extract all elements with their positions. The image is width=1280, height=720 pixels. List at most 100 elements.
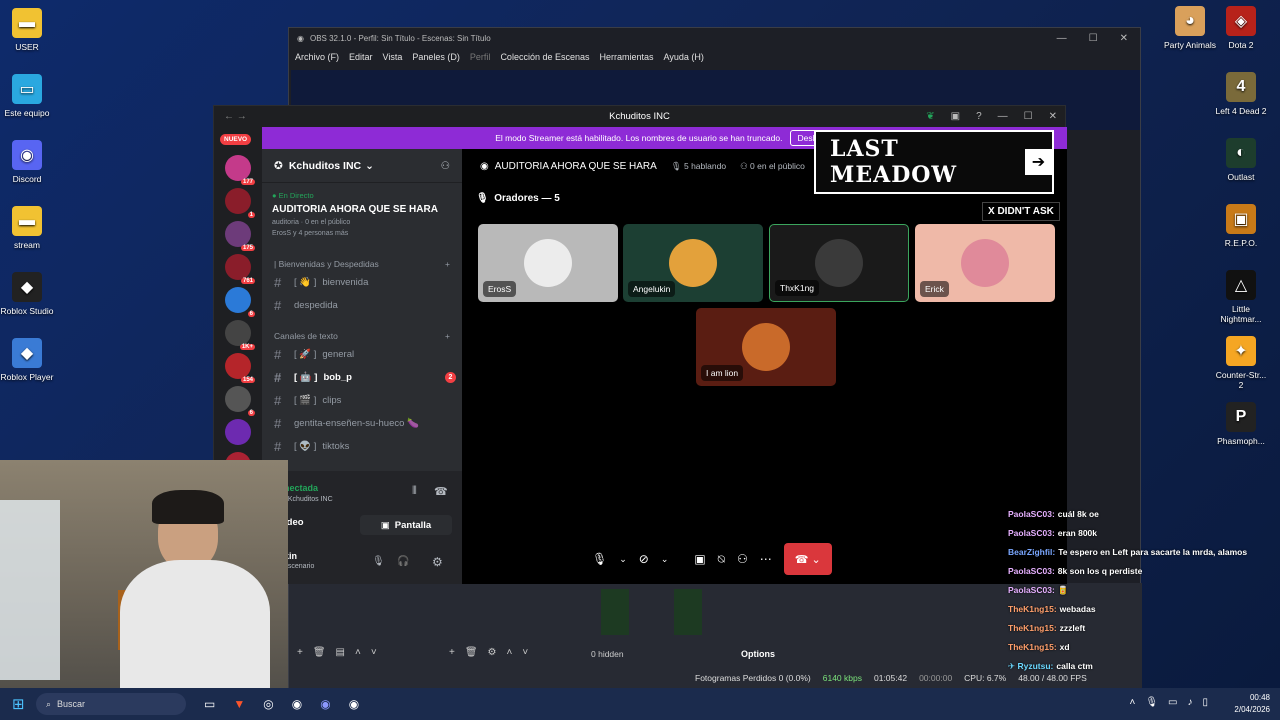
- server-icon[interactable]: [225, 419, 251, 445]
- channel-item[interactable]: # despedida: [262, 294, 462, 317]
- add-source-icon[interactable]: +: [449, 647, 455, 658]
- down-icon[interactable]: ˅: [522, 647, 528, 658]
- inbox-icon[interactable]: ▣: [951, 111, 960, 122]
- server-icon[interactable]: 1: [225, 188, 255, 218]
- minimize-icon[interactable]: —: [998, 111, 1008, 122]
- chrome-icon[interactable]: ◎: [263, 697, 273, 711]
- speaker-tile[interactable]: ThxK1ng: [769, 224, 909, 302]
- noise-icon[interactable]: ⦀: [412, 485, 417, 498]
- task-view-icon[interactable]: ▭: [204, 697, 215, 711]
- live-stage-card[interactable]: ● En Directo AUDITORIA AHORA QUE SE HARA…: [262, 183, 462, 245]
- channel-item[interactable]: # [ 🚀 ] general: [262, 343, 462, 366]
- settings-icon[interactable]: ⚙: [432, 555, 443, 569]
- leave-stage-button[interactable]: ☎ ⌄: [783, 543, 832, 575]
- up-icon[interactable]: ˄: [355, 647, 361, 658]
- desktop-icon[interactable]: △ Little Nightmar...: [1214, 270, 1268, 324]
- speaker-off-icon[interactable]: ⍉: [718, 552, 725, 567]
- taskbar-search[interactable]: ⌕ Buscar: [36, 693, 186, 715]
- desktop-icon[interactable]: ◆ Roblox Studio: [0, 272, 54, 316]
- chevron-up-icon[interactable]: ˄: [1129, 697, 1135, 708]
- channel-item[interactable]: # gentita-enseñen-su-hueco 🍆: [262, 412, 462, 435]
- server-icon[interactable]: 1K+: [225, 320, 255, 350]
- battery-icon[interactable]: ▯: [1202, 697, 1208, 708]
- obs-menu-item[interactable]: Ayuda (H): [664, 52, 704, 62]
- camera-off-icon[interactable]: ⊘: [639, 552, 649, 566]
- desktop-icon[interactable]: ▬ stream: [0, 206, 54, 250]
- minimize-icon[interactable]: —: [1057, 33, 1067, 44]
- windows-start-icon[interactable]: ⊞: [12, 695, 25, 713]
- desktop-icon[interactable]: ◆ Roblox Player: [0, 338, 54, 382]
- leaf-icon[interactable]: ❦: [926, 111, 934, 122]
- server-icon[interactable]: 761: [225, 254, 255, 284]
- more-icon[interactable]: ⋯: [760, 552, 772, 566]
- mic-icon[interactable]: 🎙: [592, 552, 607, 566]
- desktop-icon[interactable]: ▣ R.E.P.O.: [1214, 204, 1268, 248]
- back-forward-icon[interactable]: ← →: [224, 111, 247, 122]
- desktop-icon[interactable]: ✦ Counter-Str... 2: [1214, 336, 1268, 390]
- brave-icon[interactable]: ▼: [233, 697, 245, 711]
- delete-scene-icon[interactable]: 🗑: [313, 647, 326, 658]
- volume-icon[interactable]: ♪: [1187, 697, 1192, 708]
- arrow-right-icon[interactable]: ➔: [1024, 149, 1052, 175]
- maximize-icon[interactable]: ☐: [1089, 33, 1098, 44]
- share-screen-icon[interactable]: ▣: [694, 552, 705, 566]
- options-button[interactable]: Options: [741, 649, 775, 659]
- invite-icon[interactable]: ⚇: [737, 552, 748, 566]
- speaker-tile[interactable]: I am lion: [696, 308, 836, 386]
- steam-icon[interactable]: ◉: [292, 697, 302, 711]
- server-icon[interactable]: 6: [225, 287, 255, 317]
- category-welcome[interactable]: | Bienvenidas y Despedidas +: [262, 253, 462, 271]
- chevron-down-icon[interactable]: ⌄: [619, 554, 627, 565]
- clock[interactable]: 00:48 2/04/2026: [1234, 692, 1270, 716]
- desktop-icon[interactable]: P Phasmoph...: [1214, 402, 1268, 446]
- desktop-icon[interactable]: ▬ USER: [0, 8, 54, 52]
- up-icon[interactable]: ˄: [507, 647, 513, 658]
- channel-item[interactable]: # [ 🎬 ] clips: [262, 389, 462, 412]
- add-user-icon[interactable]: ⚇: [441, 160, 450, 172]
- channel-item[interactable]: # [ 🤖 ] bob_p 2: [262, 366, 462, 389]
- server-icon[interactable]: 6: [225, 386, 255, 416]
- discord-icon[interactable]: ◉: [320, 697, 330, 711]
- headphones-icon[interactable]: 🎧: [397, 556, 409, 567]
- server-icon[interactable]: 177: [225, 155, 255, 185]
- steam-icon[interactable]: ◉: [349, 697, 359, 711]
- ad-close-button[interactable]: X DIDN'T ASK: [982, 202, 1060, 221]
- mic-icon[interactable]: 🎙: [372, 556, 385, 567]
- desktop-icon[interactable]: ◕ Party Animals: [1163, 6, 1217, 50]
- speaker-tile[interactable]: Angelukin: [623, 224, 763, 302]
- screen-share-button[interactable]: ▣ Pantalla: [360, 515, 452, 535]
- gear-icon[interactable]: ⚙: [488, 647, 497, 658]
- obs-menu-item[interactable]: Colección de Escenas: [500, 52, 589, 62]
- desktop-icon[interactable]: ▭ Este equipo: [0, 74, 54, 118]
- channel-item[interactable]: # [ 👋 ] bienvenida: [262, 271, 462, 294]
- speaker-tile[interactable]: Erick: [915, 224, 1055, 302]
- desktop-icon[interactable]: ◈ Dota 2: [1214, 6, 1268, 50]
- chevron-down-icon[interactable]: ⌄: [661, 554, 669, 565]
- server-icon[interactable]: 154: [225, 353, 255, 383]
- maximize-icon[interactable]: ☐: [1024, 111, 1033, 122]
- desktop-icon[interactable]: ◐ Outlast: [1214, 138, 1268, 182]
- mic-icon[interactable]: 🎙: [1145, 697, 1158, 708]
- network-icon[interactable]: ▭: [1168, 697, 1177, 708]
- disconnect-icon[interactable]: ☎: [434, 485, 448, 498]
- help-icon[interactable]: ?: [976, 111, 982, 122]
- obs-menu-item[interactable]: Editar: [349, 52, 373, 62]
- close-icon[interactable]: ✕: [1120, 33, 1128, 44]
- add-channel-icon[interactable]: +: [445, 259, 450, 269]
- down-icon[interactable]: ˅: [371, 647, 377, 658]
- ad-banner[interactable]: LAST MEADOW ➔: [814, 130, 1054, 194]
- server-icon[interactable]: 175: [225, 221, 255, 251]
- delete-source-icon[interactable]: 🗑: [465, 647, 478, 658]
- desktop-icon[interactable]: ◉ Discord: [0, 140, 54, 184]
- obs-menu-item[interactable]: Vista: [383, 52, 403, 62]
- add-scene-icon[interactable]: +: [297, 647, 303, 658]
- channel-item[interactable]: # [ 👽 ] tiktoks: [262, 435, 462, 458]
- server-header[interactable]: ✪ Kchuditos INC ⌄ ⚇: [262, 149, 462, 183]
- add-channel-icon[interactable]: +: [445, 331, 450, 341]
- close-icon[interactable]: ✕: [1049, 111, 1057, 122]
- category-text[interactable]: Canales de texto +: [262, 325, 462, 343]
- obs-menu-item[interactable]: Archivo (F): [295, 52, 339, 62]
- obs-menu-item[interactable]: Herramientas: [600, 52, 654, 62]
- filter-icon[interactable]: ▤: [336, 647, 345, 658]
- speaker-tile[interactable]: ErosS: [478, 224, 618, 302]
